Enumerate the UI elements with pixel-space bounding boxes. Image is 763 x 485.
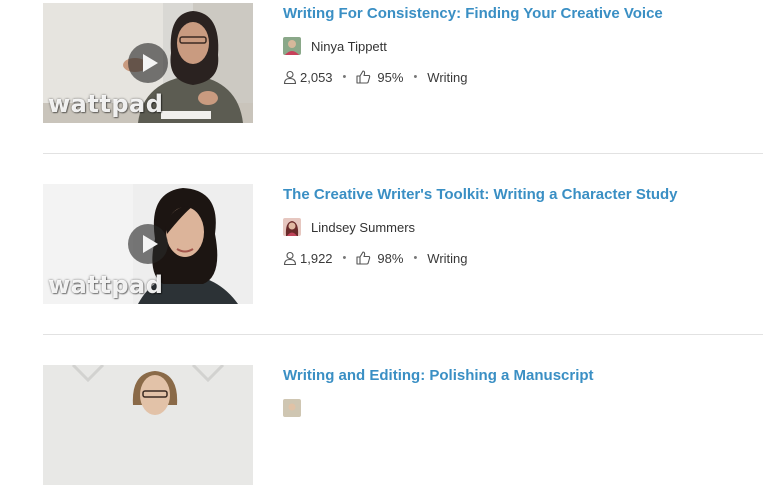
avatar-image (283, 399, 301, 417)
avatar-image (283, 218, 301, 236)
course-meta: 2,053 • 95% • Writing (283, 69, 468, 85)
separator-dot: • (413, 71, 418, 83)
course-thumbnail[interactable]: wattpad (43, 3, 253, 123)
thumbnail-scene (43, 365, 253, 485)
course-card: wattpad Writing For Consistency: Finding… (43, 3, 763, 123)
thumbs-up-icon (356, 70, 371, 84)
course-card: wattpad The Creative Writer's Toolkit: W… (43, 184, 763, 304)
avatar[interactable] (283, 218, 301, 236)
course-thumbnail[interactable] (43, 365, 253, 485)
divider (43, 334, 763, 335)
course-title[interactable]: Writing For Consistency: Finding Your Cr… (283, 5, 663, 22)
divider (43, 153, 763, 154)
user-icon (283, 251, 297, 265)
thumbnail-brand: wattpad (48, 271, 164, 299)
avatar[interactable] (283, 37, 301, 55)
student-count: 1,922 (300, 250, 333, 266)
thumbs-up-icon (356, 251, 371, 265)
category-link[interactable]: Writing (427, 70, 467, 85)
author-name[interactable]: Ninya Tippett (311, 39, 387, 54)
rating: 95% (377, 69, 404, 85)
course-card: Writing and Editing: Polishing a Manuscr… (43, 365, 763, 485)
separator-dot: • (342, 252, 347, 264)
user-icon (283, 70, 297, 84)
category-link[interactable]: Writing (427, 251, 467, 266)
thumbnail-brand: wattpad (48, 90, 164, 118)
course-author: Lindsey Summers (283, 217, 415, 237)
course-author: Ninya Tippett (283, 36, 387, 56)
student-count: 2,053 (300, 69, 333, 85)
play-icon[interactable] (128, 224, 168, 264)
separator-dot: • (342, 71, 347, 83)
avatar-image (283, 37, 301, 55)
author-name[interactable]: Lindsey Summers (311, 220, 415, 235)
separator-dot: • (413, 252, 418, 264)
play-icon[interactable] (128, 43, 168, 83)
course-meta: 1,922 • 98% • Writing (283, 250, 468, 266)
course-title[interactable]: Writing and Editing: Polishing a Manuscr… (283, 367, 594, 384)
avatar[interactable] (283, 399, 301, 417)
course-title[interactable]: The Creative Writer's Toolkit: Writing a… (283, 186, 677, 203)
course-thumbnail[interactable]: wattpad (43, 184, 253, 304)
course-author (283, 398, 301, 418)
rating: 98% (377, 250, 404, 266)
